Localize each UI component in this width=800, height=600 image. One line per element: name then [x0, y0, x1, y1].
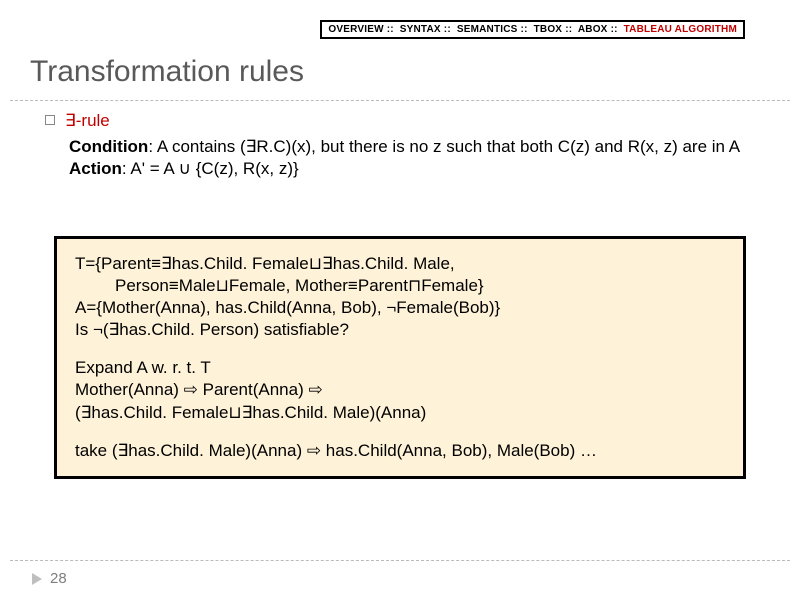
condition-text: : A contains (∃R.C)(x), but there is no …	[148, 137, 740, 156]
question-line: Is ¬(∃has.Child. Person) satisfiable?	[75, 320, 349, 339]
divider-top	[10, 100, 790, 101]
nav-sep: ::	[444, 24, 451, 35]
tbox-line2: Person≡Male⊔Female, Mother≡Parent⊓Female…	[75, 275, 729, 297]
action-label: Action	[69, 159, 122, 178]
nav-sep: ::	[521, 24, 528, 35]
take-line: take (∃has.Child. Male)(Anna) ⇨ has.Chil…	[75, 441, 597, 460]
bullet-icon	[45, 115, 55, 125]
nav-item-abox[interactable]: ABOX	[578, 24, 608, 35]
example-setup: T={Parent≡∃has.Child. Female⊔∃has.Child.…	[75, 253, 729, 341]
nav-sep: ::	[565, 24, 572, 35]
condition-label: Condition	[69, 137, 148, 156]
example-box: T={Parent≡∃has.Child. Female⊔∃has.Child.…	[54, 236, 746, 479]
expand-line1: Expand A w. r. t. T	[75, 358, 211, 377]
action-text: : A' = A ∪ {C(z), R(x, z)}	[122, 159, 299, 178]
nav-item-semantics[interactable]: SEMANTICS	[457, 24, 518, 35]
page-title: Transformation rules	[30, 55, 304, 89]
expand-line3: (∃has.Child. Female⊔∃has.Child. Male)(An…	[75, 403, 426, 422]
abox-line: A={Mother(Anna), has.Child(Anna, Bob), ¬…	[75, 298, 500, 317]
tbox-line1: T={Parent≡∃has.Child. Female⊔∃has.Child.…	[75, 254, 455, 273]
rule-name: ∃-rule	[65, 111, 110, 130]
nav-sep: ::	[611, 24, 618, 35]
action-line: Action: A' = A ∪ {C(z), R(x, z)}	[69, 158, 760, 180]
expand-line2: Mother(Anna) ⇨ Parent(Anna) ⇨	[75, 380, 323, 399]
nav-item-syntax[interactable]: SYNTAX	[400, 24, 441, 35]
rule-name-row: ∃-rule	[45, 110, 760, 132]
rule-body: Condition: A contains (∃R.C)(x), but the…	[69, 136, 760, 180]
breadcrumb: OVERVIEW:: SYNTAX:: SEMANTICS:: TBOX:: A…	[320, 20, 745, 39]
nav-sep: ::	[387, 24, 394, 35]
example-expand: Expand A w. r. t. T Mother(Anna) ⇨ Paren…	[75, 357, 729, 423]
nav-item-overview[interactable]: OVERVIEW	[328, 24, 383, 35]
example-take: take (∃has.Child. Male)(Anna) ⇨ has.Chil…	[75, 440, 729, 462]
arrow-right-icon	[32, 573, 42, 585]
divider-bottom	[10, 560, 790, 561]
rule-block: ∃-rule Condition: A contains (∃R.C)(x), …	[45, 110, 760, 180]
condition-line: Condition: A contains (∃R.C)(x), but the…	[69, 136, 760, 158]
footer: 28	[32, 570, 67, 587]
page-number: 28	[50, 570, 67, 587]
nav-item-tbox[interactable]: TBOX	[534, 24, 563, 35]
nav-item-tableau algorithm[interactable]: TABLEAU ALGORITHM	[624, 24, 737, 35]
